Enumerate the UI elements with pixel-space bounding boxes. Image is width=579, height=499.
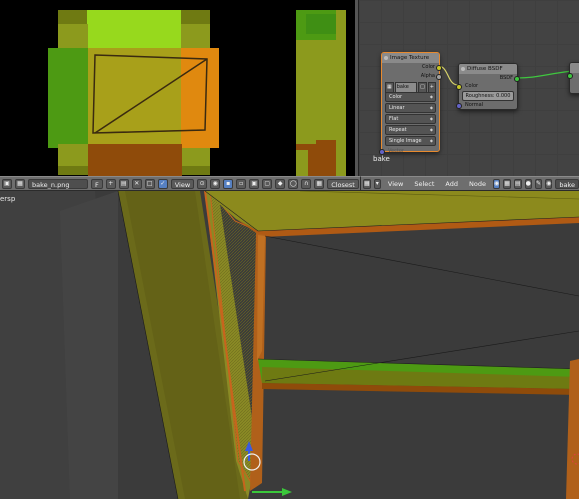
surface-input-socket[interactable] <box>567 73 573 79</box>
image-texture-node-header[interactable]: Image Texture <box>382 53 439 63</box>
texture-nodes-icon[interactable]: ▦ <box>503 178 511 189</box>
color-space-dropdown[interactable]: Color <box>385 92 436 102</box>
menu-node[interactable]: Node <box>465 180 490 188</box>
3d-viewport[interactable]: ersp <box>0 191 579 499</box>
normal-input-socket[interactable] <box>456 103 462 109</box>
source-dropdown[interactable]: Single Image <box>385 136 436 146</box>
compositing-nodes-icon[interactable]: ▤ <box>513 178 522 189</box>
material-sphere-icon[interactable]: ◉ <box>545 178 553 189</box>
node-editor-canvas[interactable]: Image Texture Color Alpha ▦ bake □ + Col… <box>358 0 579 176</box>
pin-icon[interactable]: □ <box>144 178 155 189</box>
color-input-socket[interactable] <box>456 84 462 90</box>
snap-icon[interactable]: ◉ <box>210 178 221 189</box>
image-name-field[interactable]: bake_n.png <box>28 178 88 189</box>
interpolation-dropdown[interactable]: Closest <box>327 178 359 189</box>
vertex-select-icon[interactable]: ▪ <box>223 178 234 189</box>
projection-dropdown[interactable]: Flat <box>385 114 436 124</box>
new-image-icon[interactable]: + <box>105 178 116 189</box>
menu-add[interactable]: Add <box>441 180 462 188</box>
diffuse-node-title: Diffuse BSDF <box>467 66 503 72</box>
output-alpha: Alpha <box>382 72 442 81</box>
node-editor-header: ▦ ▾ View Select Add Node ◉ ▦ ▤ ● ✎ ◉ bak… <box>360 176 579 191</box>
sticky-select-icon[interactable]: ◆ <box>275 178 286 189</box>
collapse-menus-icon[interactable]: ▾ <box>373 178 381 189</box>
collapse-icon[interactable] <box>461 67 465 71</box>
diffuse-bsdf-node[interactable]: Diffuse BSDF BSDF Color Roughness: 0.000… <box>456 63 520 110</box>
output-node[interactable] <box>567 62 579 94</box>
snap-target-icon[interactable]: ▦ <box>314 178 325 189</box>
proportional-edit-icon[interactable]: ◯ <box>288 178 299 189</box>
alpha-output-socket[interactable] <box>436 74 442 80</box>
browse-image-icon[interactable]: ▦ <box>15 178 25 189</box>
image-editor-canvas[interactable] <box>0 0 358 176</box>
menu-select[interactable]: Select <box>410 180 438 188</box>
object-material-icon[interactable]: ● <box>524 178 532 189</box>
editor-type-icon[interactable]: ▦ <box>363 178 371 189</box>
output-node-header[interactable] <box>570 63 579 73</box>
image-editor-header: ▣ ▦ bake_n.png F + ▤ ✕ □ ✓ View ⊙ ◉ ▪ ▫ … <box>0 176 360 191</box>
image-datablock-selector[interactable]: ▦ bake □ + <box>385 82 436 93</box>
island-select-icon[interactable]: ▢ <box>262 178 273 189</box>
uv-texture-preview[interactable] <box>0 0 358 176</box>
editor-type-icon[interactable]: ▣ <box>2 178 12 189</box>
fake-user-button[interactable]: F <box>91 178 103 189</box>
magnet-icon[interactable]: ∩ <box>301 178 312 189</box>
shader-nodes-icon[interactable]: ◉ <box>492 178 501 189</box>
uv-editing-icon[interactable]: ✓ <box>157 178 168 189</box>
bsdf-output-socket[interactable] <box>514 76 520 82</box>
view-menu[interactable]: View <box>170 178 195 189</box>
color-output-socket[interactable] <box>436 65 442 71</box>
collapse-icon[interactable] <box>384 56 388 60</box>
pivot-icon[interactable]: ⊙ <box>197 178 208 189</box>
viewport-scene <box>0 191 579 499</box>
roughness-field[interactable]: Roughness: 0.000 <box>462 91 514 101</box>
extension-dropdown[interactable]: Repeat <box>385 125 436 135</box>
diffuse-node-header[interactable]: Diffuse BSDF <box>459 64 517 74</box>
image-texture-node-title: Image Texture <box>390 55 430 61</box>
input-color: Color <box>456 83 517 90</box>
output-color: Color <box>382 63 442 72</box>
unlink-image-icon[interactable]: ✕ <box>131 178 142 189</box>
output-bsdf: BSDF <box>459 74 520 83</box>
menu-view[interactable]: View <box>384 180 407 188</box>
open-image-icon[interactable]: ▤ <box>118 178 129 189</box>
face-select-icon[interactable]: ▣ <box>249 178 260 189</box>
view-name-label: ersp <box>0 195 16 203</box>
image-texture-node[interactable]: Image Texture Color Alpha ▦ bake □ + Col… <box>379 52 442 155</box>
brush-icon[interactable]: ✎ <box>534 178 543 189</box>
material-name-field[interactable]: bake <box>555 178 579 189</box>
input-vector: Vector <box>379 147 439 156</box>
material-name-label: bake <box>373 155 390 163</box>
input-normal: Normal <box>456 102 517 109</box>
interpolation-dropdown[interactable]: Linear <box>385 103 436 113</box>
edge-select-icon[interactable]: ▫ <box>236 178 247 189</box>
